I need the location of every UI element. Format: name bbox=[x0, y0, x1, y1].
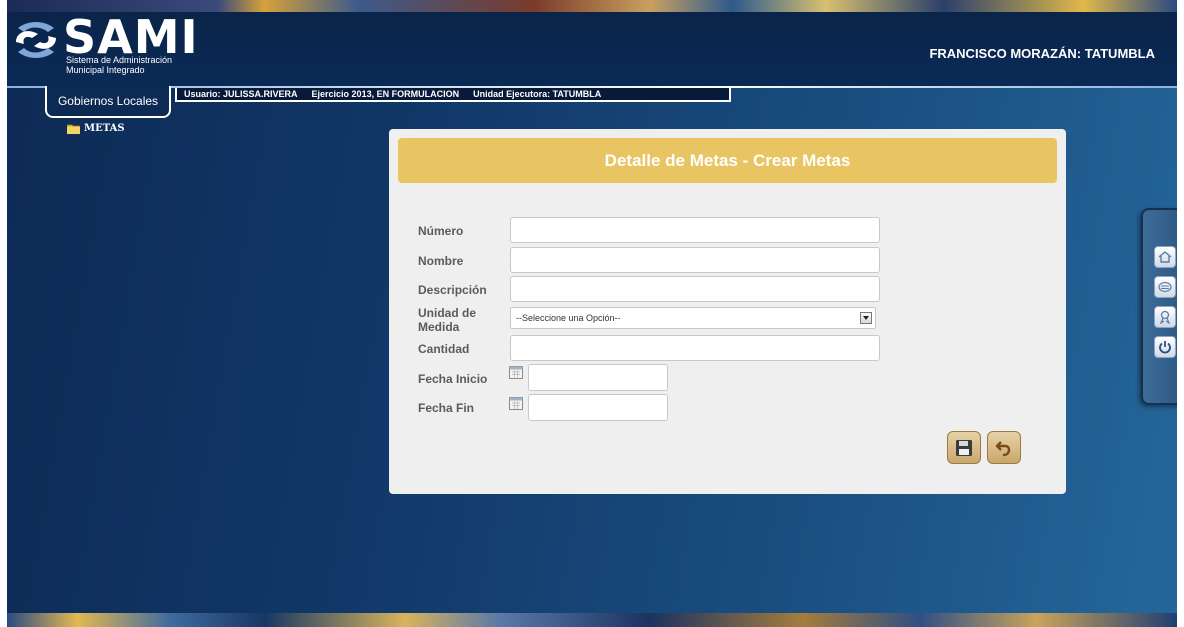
nombre-input[interactable] bbox=[510, 247, 880, 273]
folder-icon bbox=[67, 124, 80, 134]
sidebar-item-label: METAS bbox=[84, 123, 125, 134]
undo-icon bbox=[995, 440, 1011, 456]
numero-input[interactable] bbox=[510, 217, 880, 243]
calendar-icon[interactable] bbox=[509, 366, 523, 379]
nombre-label: Nombre bbox=[418, 254, 464, 268]
unidad-medida-label-line1: Unidad de bbox=[418, 306, 477, 320]
form-panel: Detalle de Metas - Crear Metas Número No… bbox=[389, 129, 1066, 494]
user-info: Usuario: JULISSA.RIVERA bbox=[184, 89, 298, 99]
municipality-title: FRANCISCO MORAZÁN: TATUMBLA bbox=[929, 46, 1155, 61]
keyboard-icon bbox=[1158, 281, 1172, 293]
form-title: Detalle de Metas - Crear Metas bbox=[398, 138, 1057, 183]
home-icon bbox=[1158, 251, 1172, 263]
ribbon-button[interactable] bbox=[1154, 306, 1176, 328]
fecha-fin-label: Fecha Fin bbox=[418, 401, 475, 415]
side-dock bbox=[1141, 208, 1177, 405]
session-info-bar: Usuario: JULISSA.RIVERA Ejercicio 2013, … bbox=[175, 88, 731, 102]
unidad-medida-selected: --Seleccione una Opción-- bbox=[516, 313, 621, 323]
executing-unit-info: Unidad Ejecutora: TATUMBLA bbox=[473, 89, 602, 99]
unidad-medida-select[interactable]: --Seleccione una Opción-- bbox=[510, 307, 876, 329]
logo-icon bbox=[16, 22, 56, 58]
ribbon-icon bbox=[1159, 310, 1171, 324]
descripcion-input[interactable] bbox=[510, 276, 880, 302]
calendar-icon[interactable] bbox=[509, 397, 523, 410]
sidebar-item-metas[interactable]: METAS bbox=[67, 123, 125, 134]
save-icon bbox=[956, 439, 972, 456]
numero-label: Número bbox=[418, 224, 464, 238]
logout-button[interactable] bbox=[1154, 336, 1176, 358]
fecha-fin-input[interactable] bbox=[528, 394, 668, 421]
fecha-inicio-label: Fecha Inicio bbox=[418, 372, 488, 386]
logo-text: SAMI bbox=[63, 10, 199, 64]
back-button[interactable] bbox=[987, 431, 1021, 464]
fecha-inicio-input[interactable] bbox=[528, 364, 668, 391]
keyboard-button[interactable] bbox=[1154, 276, 1176, 298]
navbar: Gobiernos Locales Usuario: JULISSA.RIVER… bbox=[7, 86, 1177, 118]
cantidad-label: Cantidad bbox=[418, 342, 470, 356]
app-window: SAMI Sistema de Administración Municipal… bbox=[7, 0, 1177, 627]
save-button[interactable] bbox=[947, 431, 981, 464]
logo-subtitle-line1: Sistema de Administración bbox=[66, 55, 173, 65]
logo-subtitle: Sistema de Administración Municipal Inte… bbox=[66, 55, 172, 75]
bottom-decorative-strip bbox=[7, 613, 1177, 627]
descripcion-label: Descripción bbox=[418, 283, 487, 297]
tab-gobiernos-locales[interactable]: Gobiernos Locales bbox=[45, 86, 171, 118]
header: SAMI Sistema de Administración Municipal… bbox=[7, 12, 1177, 86]
logo-subtitle-line2: Municipal Integrado bbox=[66, 65, 145, 75]
home-button[interactable] bbox=[1154, 246, 1176, 268]
unidad-medida-label-line2: Medida bbox=[418, 320, 460, 334]
cantidad-input[interactable] bbox=[510, 335, 880, 361]
power-icon bbox=[1159, 341, 1171, 354]
unidad-medida-label: Unidad de Medida bbox=[418, 306, 476, 334]
chevron-down-icon[interactable] bbox=[860, 312, 872, 324]
fiscal-year-info: Ejercicio 2013, EN FORMULACION bbox=[311, 89, 460, 99]
